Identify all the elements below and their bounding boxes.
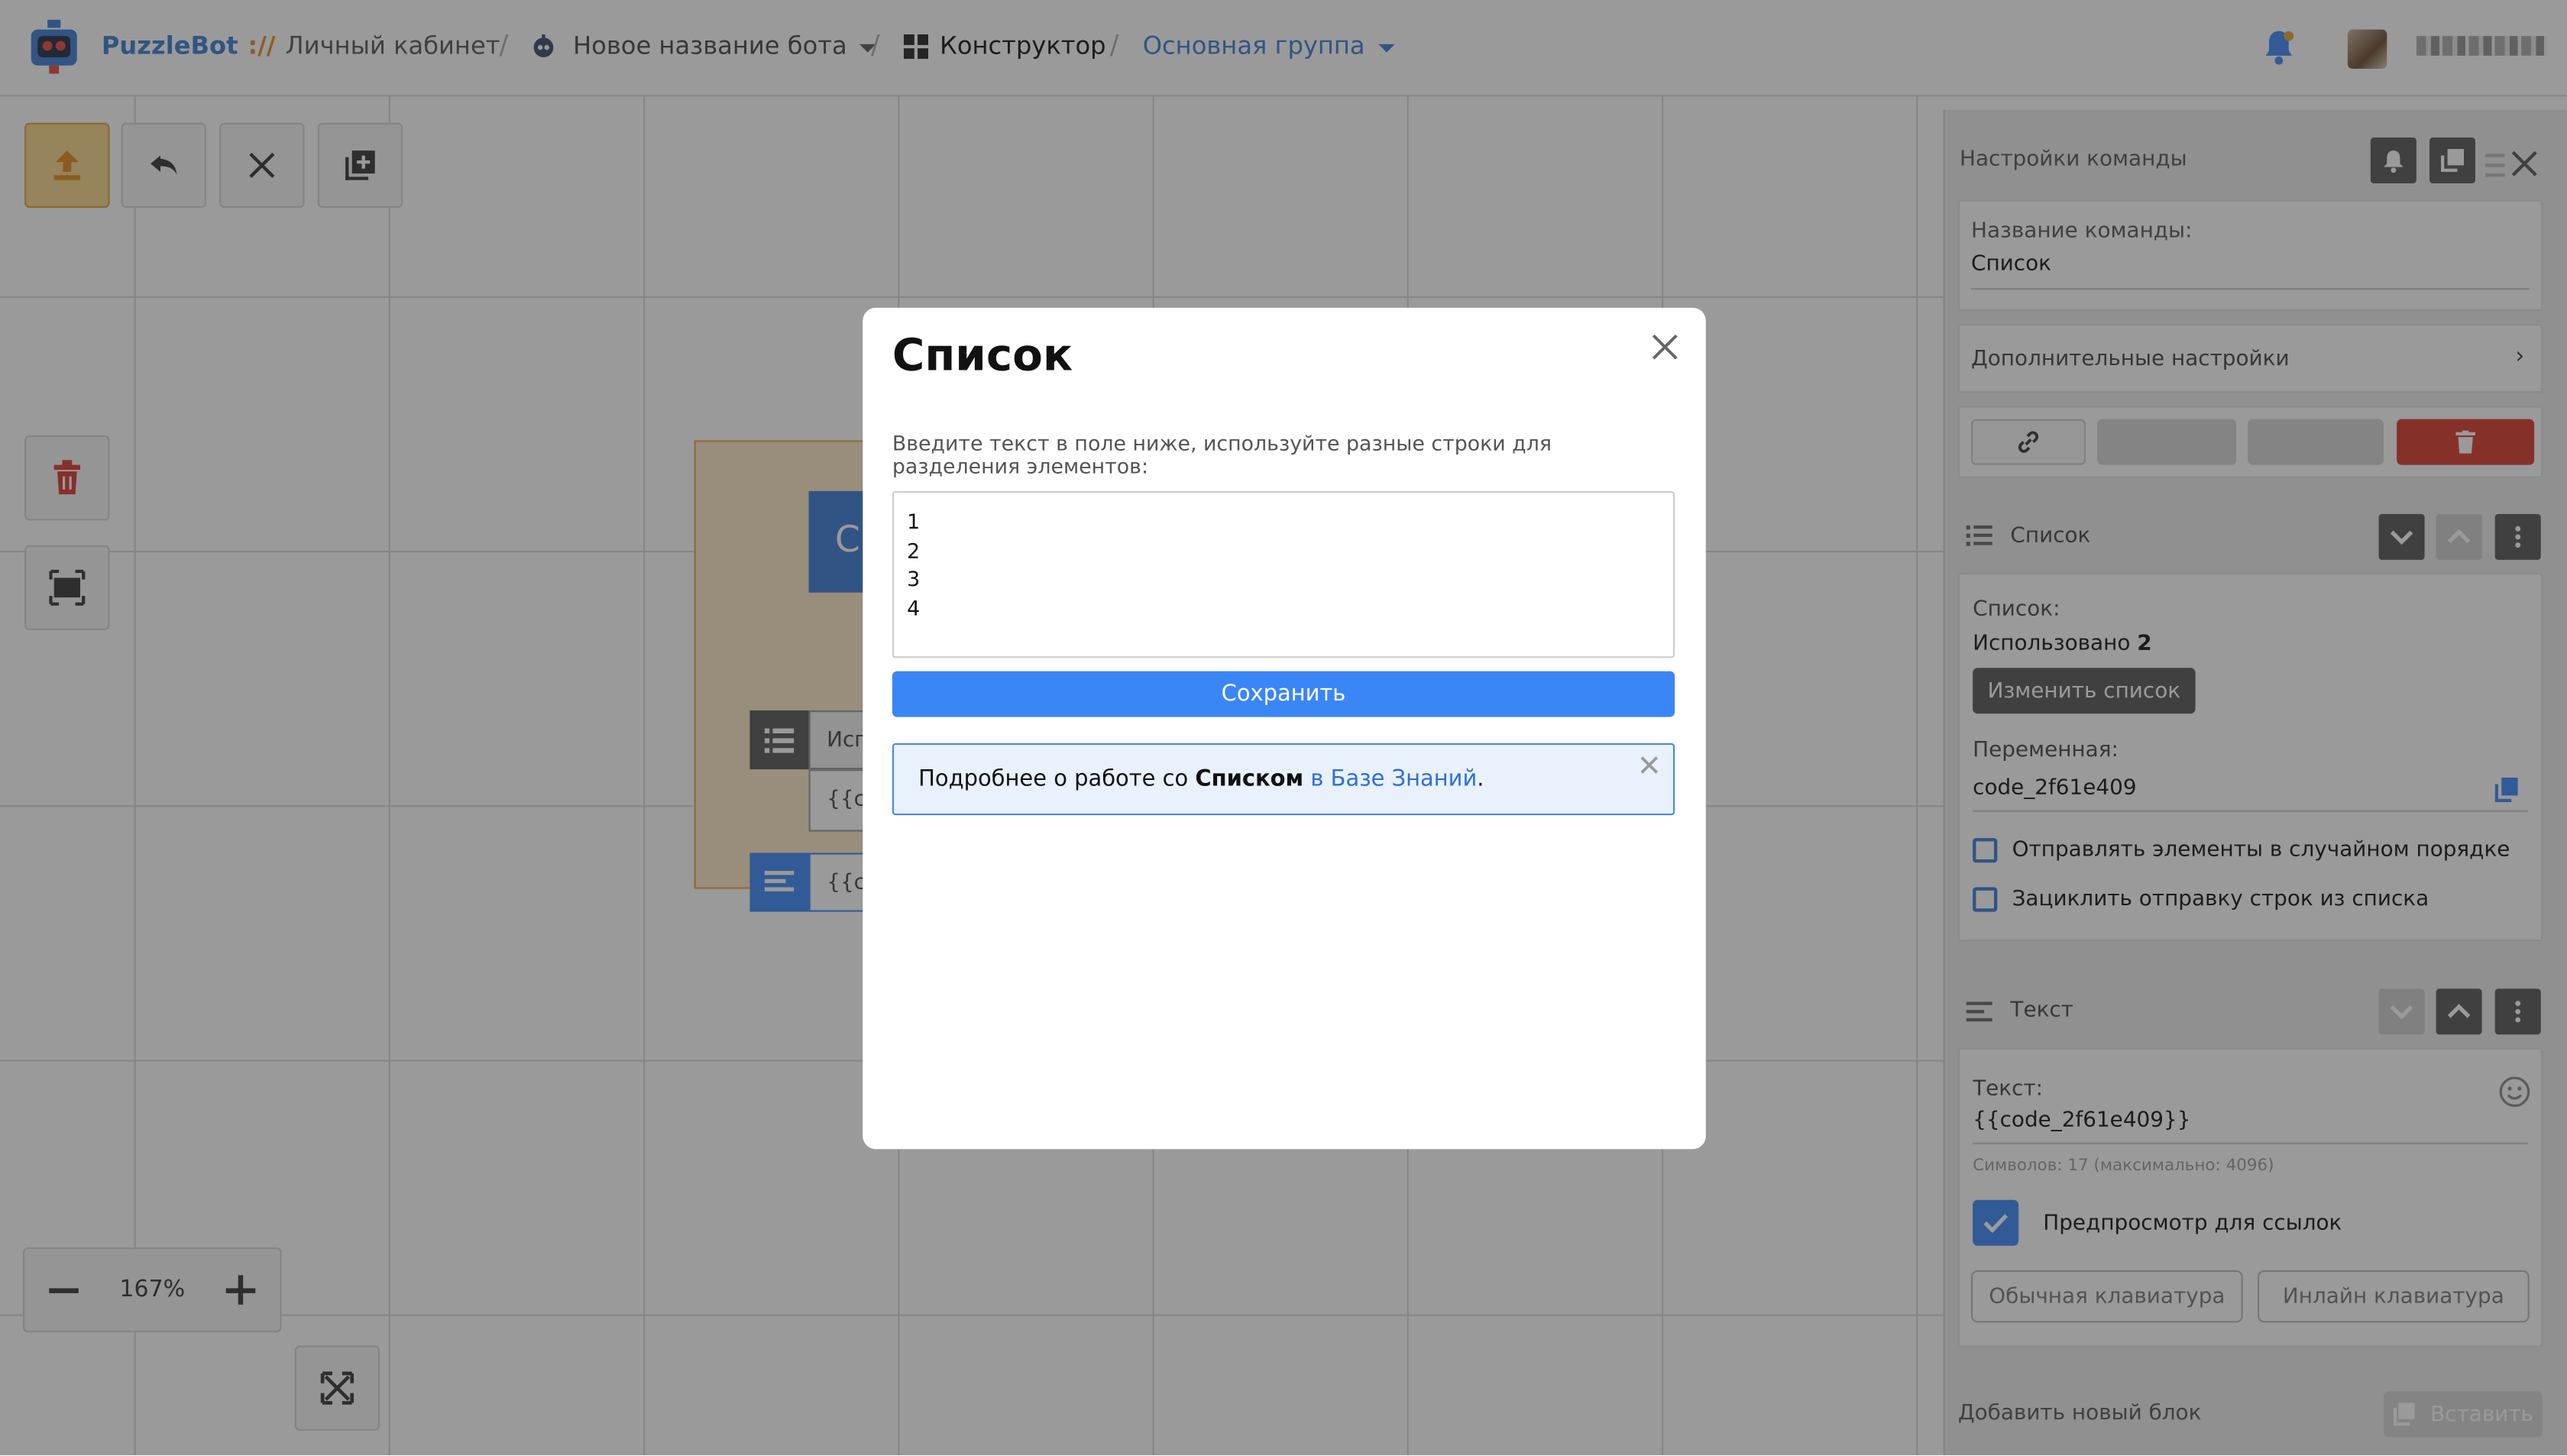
info-bold: Списком <box>1195 765 1304 793</box>
list-line: 4 <box>907 596 921 621</box>
save-button[interactable]: Сохранить <box>892 671 1675 717</box>
modal-hint: Введите текст в поле ниже, используйте р… <box>892 430 1552 478</box>
knowledge-base-link[interactable]: в Базе Знаний <box>1310 766 1477 792</box>
info-prefix: Подробнее о работе со <box>918 765 1196 793</box>
close-icon[interactable] <box>1649 331 1682 364</box>
list-items-textarea[interactable]: 1 2 3 4 <box>892 490 1675 658</box>
list-line: 3 <box>907 567 921 592</box>
knowledge-base-notice: Подробнее о работе со Списком в Базе Зна… <box>892 743 1675 816</box>
list-edit-modal: Список Введите текст в поле ниже, исполь… <box>863 307 1706 1150</box>
list-line: 1 <box>907 509 921 534</box>
modal-title: Список <box>892 330 1073 382</box>
info-suffix: . <box>1477 765 1484 793</box>
close-notice-icon[interactable]: ✕ <box>1637 749 1662 784</box>
list-line: 2 <box>907 538 921 563</box>
